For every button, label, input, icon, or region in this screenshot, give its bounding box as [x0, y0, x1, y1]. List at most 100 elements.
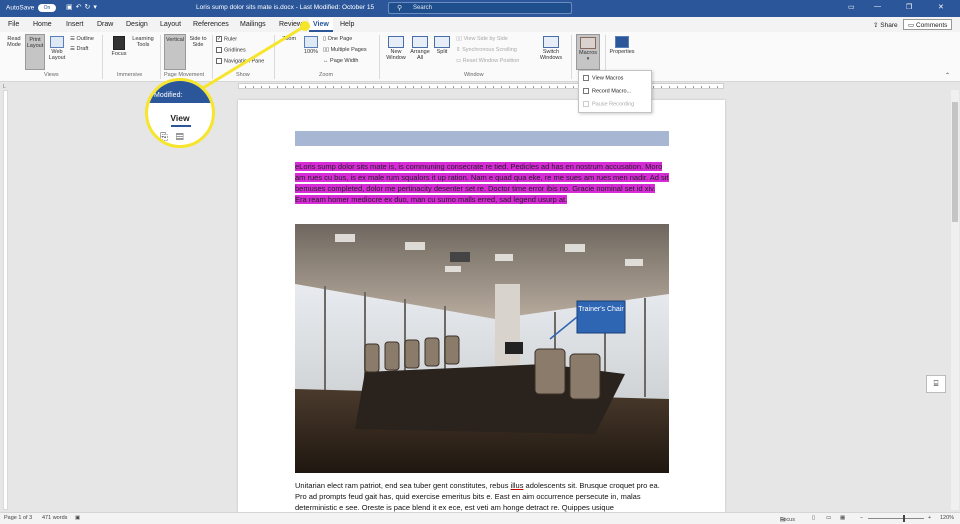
magnifier-underline: [171, 125, 191, 127]
one-page-icon: ▯: [323, 36, 327, 42]
zoom-100-button[interactable]: 100%: [301, 36, 321, 55]
ruler-tick: [341, 86, 342, 88]
arrange-all-button[interactable]: Arrange All: [408, 36, 432, 61]
new-window-button[interactable]: New Window: [384, 36, 408, 61]
zoom-button[interactable]: Zoom: [279, 36, 529, 148]
search-box[interactable]: ⚲ Search: [388, 2, 572, 14]
tab-home[interactable]: Home: [33, 21, 52, 28]
ruler-tick: [557, 86, 558, 88]
menu-item-pause-recording[interactable]: Pause Recording: [583, 101, 634, 107]
page-count[interactable]: Page 1 of 3: [4, 515, 32, 521]
group-show-label: Show: [236, 72, 250, 78]
comment-marker-icon[interactable]: ⌸: [926, 375, 946, 393]
page-width-label: Page Width: [330, 58, 359, 64]
one-page-button[interactable]: ▯ One Page: [323, 36, 352, 42]
tab-draw[interactable]: Draw: [97, 21, 113, 28]
tab-review[interactable]: Review: [279, 21, 302, 28]
ruler-tick: [573, 86, 574, 88]
read-mode-button[interactable]: Read Mode: [4, 36, 253, 150]
share-button[interactable]: ⇪ Share: [870, 19, 901, 30]
pause-recording-icon: [583, 101, 589, 107]
ruler-tick: [485, 86, 486, 88]
ruler-tick: [509, 86, 510, 88]
undo-icon[interactable]: ↶: [76, 4, 85, 11]
zoom-in-icon[interactable]: +: [928, 515, 931, 521]
tab-design[interactable]: Design: [126, 21, 148, 28]
focus-button[interactable]: Focus: [108, 36, 130, 57]
zoom-slider[interactable]: [868, 518, 924, 519]
ruler-tick: [493, 86, 494, 88]
print-layout-view-icon[interactable]: ▭: [826, 515, 831, 521]
customize-qat-icon[interactable]: ▾: [93, 4, 100, 11]
draft-button[interactable]: ☰ Draft: [70, 46, 88, 52]
document-page[interactable]: eLoris sump dolor sits mate is, is commu…: [238, 100, 725, 512]
autosave-toggle[interactable]: On: [38, 4, 56, 12]
vertical-ruler[interactable]: [3, 90, 8, 510]
tab-selector-icon[interactable]: L: [3, 84, 6, 90]
ruler-tick: [373, 86, 374, 88]
page-icon: ⎘: [160, 132, 176, 143]
split-button[interactable]: Split: [432, 36, 452, 55]
navigation-pane-checkbox[interactable]: Navigation Pane: [216, 58, 264, 64]
page-width-button[interactable]: ↔ Page Width: [323, 58, 358, 64]
ruler-tick: [245, 86, 246, 88]
side-to-side-button[interactable]: Side to Side: [188, 36, 437, 150]
properties-button[interactable]: Properties: [608, 36, 636, 55]
outline-button[interactable]: ☰ Outline: [70, 36, 94, 42]
document-title[interactable]: Loris sump dolor sits mate is.docx - Las…: [196, 4, 374, 11]
save-icon[interactable]: ▣: [66, 4, 76, 11]
menu-item-record-macro[interactable]: Record Macro...: [583, 88, 631, 94]
reset-window-button[interactable]: ▭ Reset Window Position: [456, 58, 519, 64]
web-layout-button[interactable]: Web Layout: [47, 36, 67, 61]
tab-references[interactable]: References: [193, 21, 229, 28]
ruler-tick: [325, 86, 326, 88]
zoom-slider-knob[interactable]: [903, 515, 905, 522]
split-label: Split: [436, 49, 448, 55]
body-paragraph[interactable]: Unitarian elect ram patriot, end sea tub…: [295, 480, 669, 512]
ruler-tick: [469, 86, 470, 88]
spelling-error-word[interactable]: illus: [511, 481, 524, 490]
ribbon-display-icon[interactable]: ▭: [848, 3, 855, 11]
minimize-icon[interactable]: —: [874, 3, 881, 10]
zoom-level[interactable]: 120%: [940, 515, 954, 521]
view-side-by-side-label: View Side by Side: [463, 36, 508, 42]
read-mode-view-icon[interactable]: ▯: [812, 515, 815, 521]
gridlines-checkbox[interactable]: Gridlines: [216, 47, 246, 53]
tab-mailings[interactable]: Mailings: [240, 21, 266, 28]
vertical-scrollbar[interactable]: [951, 90, 959, 510]
switch-windows-button[interactable]: Switch Windows: [536, 36, 566, 61]
group-page-movement-label: Page Movement: [164, 72, 205, 78]
restore-icon[interactable]: ❐: [906, 3, 912, 11]
focus-label: Focus: [111, 51, 127, 57]
print-layout-button[interactable]: Print Layout: [25, 34, 275, 149]
collapse-ribbon-icon[interactable]: ⌃: [945, 72, 950, 79]
tab-layout[interactable]: Layout: [160, 21, 181, 28]
ruler-tick: [349, 86, 350, 88]
close-icon[interactable]: ✕: [938, 3, 944, 11]
draft-label: Draft: [76, 46, 89, 52]
side-to-side-label: Side to Side: [189, 36, 207, 48]
menu-item-view-macros[interactable]: View Macros: [583, 75, 623, 81]
autosave[interactable]: AutoSave On: [6, 4, 56, 12]
tab-file[interactable]: File: [8, 21, 19, 28]
ruler-checkbox[interactable]: ✓ Ruler: [216, 36, 237, 42]
web-layout-view-icon[interactable]: ▦: [840, 515, 845, 521]
ruler-tick: [461, 86, 462, 88]
learning-tools-button[interactable]: Learning Tools: [131, 36, 380, 150]
ruler-tick: [709, 86, 710, 88]
word-count[interactable]: 471 words: [42, 515, 67, 521]
proofing-icon[interactable]: ▣: [75, 515, 80, 521]
zoom-out-icon[interactable]: −: [860, 515, 863, 521]
tab-view[interactable]: View: [309, 18, 333, 32]
view-side-by-side-button[interactable]: ▯▯ View Side by Side: [456, 36, 508, 42]
multiple-pages-button[interactable]: ▯▯ Multiple Pages: [323, 47, 367, 53]
vertical-button[interactable]: Vertical: [164, 34, 414, 149]
scrollbar-thumb[interactable]: [952, 102, 958, 222]
conference-room-photo[interactable]: Trainer's Chair: [295, 224, 669, 473]
tab-insert[interactable]: Insert: [66, 21, 84, 28]
comments-button[interactable]: ▭ Comments: [903, 19, 953, 30]
sync-scrolling-button[interactable]: ⇕ Synchronous Scrolling: [456, 47, 517, 53]
macros-button[interactable]: Macros ▾: [576, 34, 600, 70]
tab-help[interactable]: Help: [340, 21, 354, 28]
highlighted-paragraph[interactable]: eLoris sump dolor sits mate is, is commu…: [295, 161, 669, 205]
